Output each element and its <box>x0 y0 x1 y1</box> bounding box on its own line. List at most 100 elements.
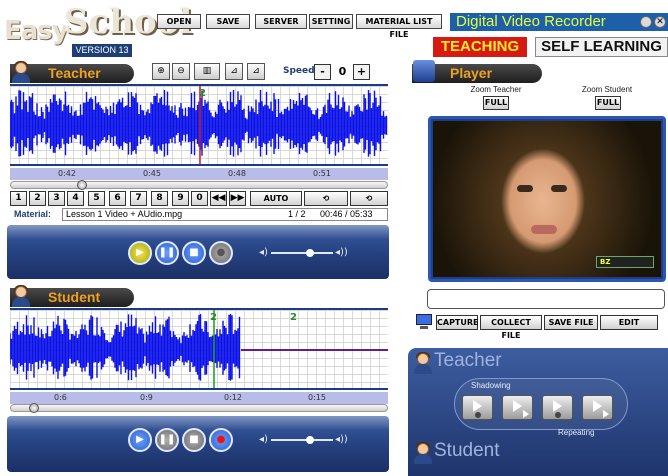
app-logo: Easy School VERSION 13 <box>4 2 192 58</box>
volume-low-icon: ◂) <box>259 434 268 445</box>
track-button-9[interactable]: 9 <box>172 191 189 206</box>
zoom-in-icon[interactable]: ⊕ <box>152 63 170 80</box>
student-volume-knob[interactable] <box>306 436 314 444</box>
student-waveform[interactable]: 2 2 <box>10 308 388 390</box>
repeat-button[interactable]: ⟲ REPEAT <box>304 191 348 216</box>
student-play-button[interactable]: ▶ <box>128 428 152 452</box>
record-dot-icon <box>475 412 481 418</box>
student-scroll-thumb[interactable] <box>29 403 39 413</box>
app-title: Digital Video Recorder <box>456 13 606 30</box>
student-role-icon <box>412 442 434 464</box>
track-button-6[interactable]: 6 <box>109 191 126 206</box>
teacher-transport-panel: ▶ ❚❚ ■ ● ◂) ◂)) <box>7 225 389 279</box>
teacher-play-button[interactable]: ▶ <box>128 241 152 265</box>
play-icon <box>473 400 482 412</box>
student-tick: 0:15 <box>308 393 326 402</box>
teacher-timeline: 0:42 0:45 0:48 0:51 <box>10 168 388 180</box>
capture-input[interactable] <box>427 289 665 309</box>
play-icon <box>593 400 602 412</box>
teacher-scrollbar[interactable] <box>10 180 388 190</box>
shadow-student-label: Student <box>434 440 500 461</box>
shadow-mode-3-button[interactable] <box>542 395 573 420</box>
teacher-stop-button[interactable]: ■ <box>182 241 206 265</box>
video-watermark: BZ <box>596 256 654 268</box>
tab-self-learning[interactable]: SELF LEARNING <box>535 37 668 57</box>
material-row: Material: Lesson 1 Video + AUdio.mpg 1 /… <box>10 208 388 222</box>
video-display[interactable] <box>433 121 661 277</box>
speed-value: 0 <box>334 64 351 80</box>
mark-add-icon[interactable]: ⊿ <box>225 63 243 80</box>
shadow-mode-1-button[interactable] <box>462 395 493 420</box>
mark-remove-icon[interactable]: ⊿ <box>247 63 265 80</box>
track-button-8[interactable]: 8 <box>151 191 168 206</box>
student-waveform-graphic <box>10 310 388 388</box>
teacher-marker-label: 2 <box>199 88 206 99</box>
open-button[interactable]: OPEN <box>157 14 201 29</box>
pause-icon: ❚❚ <box>158 247 176 258</box>
play-icon <box>553 400 562 412</box>
shadowing-mode-label: Shadowing <box>471 381 511 390</box>
teacher-waveform[interactable]: 2 <box>10 84 388 166</box>
track-button-3[interactable]: 3 <box>48 191 65 206</box>
stop-icon: ■ <box>189 434 199 445</box>
waveform-trace <box>10 314 241 381</box>
track-button-0[interactable]: 0 <box>191 191 208 206</box>
capture-button[interactable]: CAPTURE <box>436 315 479 330</box>
teacher-pause-button[interactable]: ❚❚ <box>155 241 179 265</box>
logo-easy: Easy <box>4 16 69 46</box>
previous-track-button[interactable]: ◀◀ <box>210 191 227 206</box>
speed-decrease-button[interactable]: - <box>314 64 331 80</box>
close-icon[interactable]: ✕ <box>654 16 666 28</box>
track-button-5[interactable]: 5 <box>88 191 105 206</box>
volume-high-icon: ◂)) <box>335 247 348 258</box>
track-button-1[interactable]: 1 <box>10 191 27 206</box>
zoom-teacher-full-button[interactable]: FULL <box>483 96 509 110</box>
server-button[interactable]: SERVER <box>255 14 307 29</box>
recap-button[interactable]: ⟲ RECAP <box>350 191 388 216</box>
student-stop-button[interactable]: ■ <box>182 428 206 452</box>
track-button-4[interactable]: 4 <box>67 191 84 206</box>
teacher-scroll-thumb[interactable] <box>77 180 87 190</box>
volume-low-icon: ◂) <box>259 247 268 258</box>
student-pause-button[interactable]: ❚❚ <box>155 428 179 452</box>
student-timeline: 0:6 0:9 0:12 0:15 <box>10 392 388 404</box>
next-track-button[interactable]: ▶▶ <box>229 191 246 206</box>
teacher-volume-knob[interactable] <box>306 249 314 257</box>
ruler-icon[interactable]: ▥ <box>194 63 220 80</box>
shadow-mode-2-button[interactable] <box>502 395 533 420</box>
teacher-avatar-icon <box>10 61 32 83</box>
play-small-icon <box>603 410 609 418</box>
track-button-7[interactable]: 7 <box>130 191 147 206</box>
edit-button[interactable]: EDIT <box>600 315 658 330</box>
stop-icon: ■ <box>189 247 199 258</box>
zoom-out-icon[interactable]: ⊖ <box>172 63 190 80</box>
setting-button[interactable]: SETTING <box>309 14 353 29</box>
track-button-2[interactable]: 2 <box>29 191 46 206</box>
zoom-student-full-button[interactable]: FULL <box>595 96 621 110</box>
teacher-tick: 0:51 <box>313 169 331 178</box>
student-tick: 0:12 <box>224 393 242 402</box>
repeating-mode-label: Repeating <box>558 428 595 437</box>
speed-increase-button[interactable]: + <box>353 64 370 80</box>
minimize-icon[interactable] <box>640 16 652 28</box>
material-list-file-button[interactable]: MATERIAL LIST FILE <box>356 14 442 39</box>
monitor-icon <box>414 312 434 330</box>
tab-teaching[interactable]: TEACHING <box>433 37 527 57</box>
student-scrollbar[interactable] <box>10 403 388 413</box>
teacher-record-button[interactable]: ● <box>209 241 233 265</box>
teacher-tick: 0:48 <box>228 169 246 178</box>
material-index: 1 / 2 <box>288 209 306 219</box>
zoom-teacher-label: Zoom Teacher <box>470 85 522 94</box>
save-button[interactable]: SAVE <box>206 14 250 29</box>
student-record-button[interactable]: ● <box>209 428 233 452</box>
speed-label: Speed: <box>283 66 319 76</box>
auto-next-button[interactable]: AUTO NEXT <box>250 191 302 216</box>
material-file-name: Lesson 1 Video + AUdio.mpg <box>66 209 183 219</box>
shadow-mode-4-button[interactable] <box>582 395 613 420</box>
teacher-volume-slider[interactable] <box>271 252 333 254</box>
teacher-tick: 0:42 <box>58 169 76 178</box>
save-file-button[interactable]: SAVE FILE <box>544 315 598 330</box>
waveform-trace <box>10 90 388 157</box>
collect-file-button[interactable]: COLLECT FILE <box>480 315 542 340</box>
student-volume-slider[interactable] <box>271 439 333 441</box>
